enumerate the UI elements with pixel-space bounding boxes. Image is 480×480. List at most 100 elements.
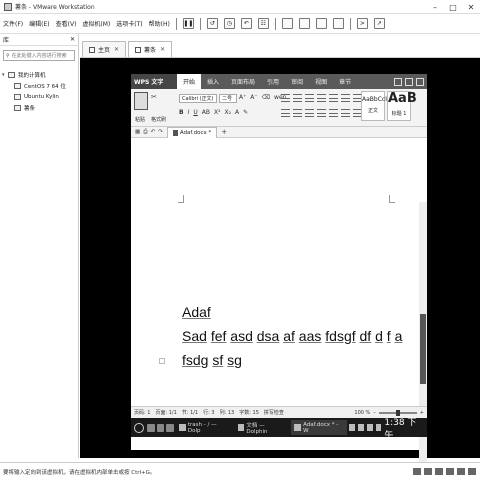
close-icon[interactable] (416, 77, 424, 86)
style-normal[interactable]: AaBbCcI 正文 (361, 91, 387, 121)
close-tab-icon[interactable]: ✕ (160, 46, 165, 53)
format-painter-button[interactable]: 格式刷 (151, 116, 166, 123)
subscript-icon[interactable]: X₂ (225, 109, 232, 116)
sound-icon[interactable] (457, 468, 465, 475)
document-tab[interactable]: Adaf.docx * (166, 126, 218, 138)
clipboard-icon[interactable] (349, 424, 355, 431)
wps-logo[interactable]: WPS 文字 (131, 74, 177, 89)
tab-start[interactable]: 开始 (177, 74, 202, 89)
document-word[interactable]: Sad (182, 328, 207, 344)
network-adapter-icon[interactable] (435, 468, 443, 475)
document-word[interactable]: fsdg (182, 352, 208, 368)
document-word[interactable]: d (375, 328, 383, 344)
tab-vm[interactable]: 薯条 ✕ (128, 41, 173, 57)
menu-file[interactable]: 文件(F) (0, 19, 26, 28)
document-word[interactable]: df (360, 328, 372, 344)
cut-icon[interactable]: ✂ (151, 93, 157, 101)
tree-vm-ubuntu-kylin[interactable]: Ubuntu Kylin (2, 91, 76, 102)
redo-icon[interactable]: ↷ (158, 129, 163, 136)
menu-view[interactable]: 查看(V) (53, 19, 80, 28)
print-icon[interactable]: ⎙ (143, 129, 147, 136)
spell-check-button[interactable]: 拼写检查 (264, 409, 284, 416)
hard-disk-icon[interactable] (413, 468, 421, 475)
taskbar-item-trash[interactable]: trash - / — Dolp (176, 420, 233, 435)
tree-vm-centos[interactable]: CentOS 7 64 位 (2, 80, 76, 91)
close-icon[interactable]: ✕ (462, 0, 480, 14)
document-page[interactable]: Adaf Sad fef asd dsa af aas fdsgf df d f … (131, 138, 419, 406)
document-word[interactable]: sf (212, 352, 223, 368)
style-heading-1[interactable]: AaB 标题 1 (387, 91, 417, 121)
minimize-icon[interactable]: – (426, 0, 444, 14)
document-text[interactable]: Adaf Sad fef asd dsa af aas fdsgf df d f … (182, 300, 402, 372)
document-word[interactable]: dsa (257, 328, 280, 344)
guest-display[interactable]: WPS 文字 开始 插入 页面布局 引用 审阅 视图 章节 粘贴 ✂ 格式刷 C… (80, 58, 480, 470)
bullets-icon[interactable] (281, 94, 290, 102)
thumbnail-icon[interactable] (298, 18, 310, 29)
underline-icon[interactable]: U (193, 109, 197, 116)
browser-icon[interactable] (166, 423, 175, 432)
restore-snapshot-icon[interactable]: ↶ (240, 18, 252, 29)
bold-icon[interactable]: B (179, 109, 184, 116)
fullscreen-icon[interactable] (315, 18, 327, 29)
shrink-font-icon[interactable]: A⁻ (250, 94, 257, 101)
highlight-icon[interactable]: ✎ (243, 109, 248, 116)
menu-vm[interactable]: 虚拟机(M) (79, 19, 113, 28)
distribute-icon[interactable] (329, 109, 338, 117)
sidebar-toggle-icon[interactable] (281, 18, 293, 29)
align-right-icon[interactable] (305, 109, 314, 117)
usb-icon[interactable] (446, 468, 454, 475)
pause-icon[interactable]: ❚❚ (182, 18, 194, 29)
document-word[interactable]: af (283, 328, 295, 344)
unity-icon[interactable] (332, 18, 344, 29)
scrollbar-thumb[interactable] (420, 314, 426, 384)
justify-icon[interactable] (317, 109, 326, 117)
document-word[interactable]: f (387, 328, 391, 344)
menu-edit[interactable]: 编辑(E) (26, 19, 52, 28)
tab-page-layout[interactable]: 页面布局 (225, 74, 261, 89)
send-keys-icon[interactable]: ↺ (206, 18, 218, 29)
zoom-slider[interactable] (378, 409, 417, 416)
chinese-layout-icon[interactable] (329, 94, 338, 102)
library-search-input[interactable]: ⚲ 在此处键入内容进行搜索 (3, 50, 75, 61)
stretch-icon[interactable]: ↗ (373, 18, 385, 29)
tab-review[interactable]: 审阅 (285, 74, 309, 89)
tab-insert[interactable]: 插入 (201, 74, 225, 89)
display-icon[interactable] (468, 468, 476, 475)
cd-icon[interactable] (424, 468, 432, 475)
close-tab-icon[interactable]: ✕ (114, 46, 119, 53)
document-word[interactable]: a (395, 328, 403, 344)
document-word[interactable]: asd (230, 328, 253, 344)
tree-my-computer[interactable]: ▾ 我的计算机 (2, 69, 76, 80)
document-line[interactable]: Sad fef asd dsa af aas fdsgf df d f a (182, 324, 402, 348)
maximize-icon[interactable] (405, 77, 413, 86)
menu-help[interactable]: 帮助(H) (146, 19, 173, 28)
file-manager-icon[interactable] (156, 423, 165, 432)
document-word[interactable]: Adaf (182, 304, 211, 320)
snapshot-manager-icon[interactable]: ☷ (257, 18, 269, 29)
strikethrough-icon[interactable]: AB (202, 109, 210, 116)
align-center-icon[interactable] (293, 109, 302, 117)
tab-home[interactable]: 主页 ✕ (82, 41, 127, 57)
document-word[interactable]: fdsgf (325, 328, 355, 344)
snapshot-icon[interactable]: ◷ (223, 18, 235, 29)
outdent-icon[interactable] (305, 94, 314, 102)
document-word[interactable]: fef (211, 328, 227, 344)
tab-view[interactable]: 视图 (309, 74, 333, 89)
save-icon[interactable]: ▦ (135, 129, 140, 136)
close-library-icon[interactable]: ✕ (70, 36, 75, 43)
minimize-icon[interactable] (394, 77, 402, 86)
numbering-icon[interactable] (293, 94, 302, 102)
document-line[interactable]: fsdg sf sg (182, 348, 402, 372)
tree-vm-shutiao[interactable]: 薯条 (2, 102, 76, 113)
sort-icon[interactable] (341, 94, 350, 102)
document-area[interactable]: Adaf Sad fef asd dsa af aas fdsgf df d f … (131, 138, 427, 470)
network-icon[interactable] (357, 424, 364, 431)
taskbar-item-documents[interactable]: 文档 — Dolphin (235, 420, 290, 435)
line-spacing-icon[interactable] (341, 109, 350, 117)
undo-icon[interactable]: ↶ (151, 129, 156, 136)
console-icon[interactable]: > (356, 18, 368, 29)
menu-tabs[interactable]: 选项卡(T) (113, 19, 145, 28)
tab-chapter[interactable]: 章节 (333, 74, 357, 89)
font-color-icon[interactable]: A (235, 109, 239, 116)
italic-icon[interactable]: I (188, 109, 190, 116)
